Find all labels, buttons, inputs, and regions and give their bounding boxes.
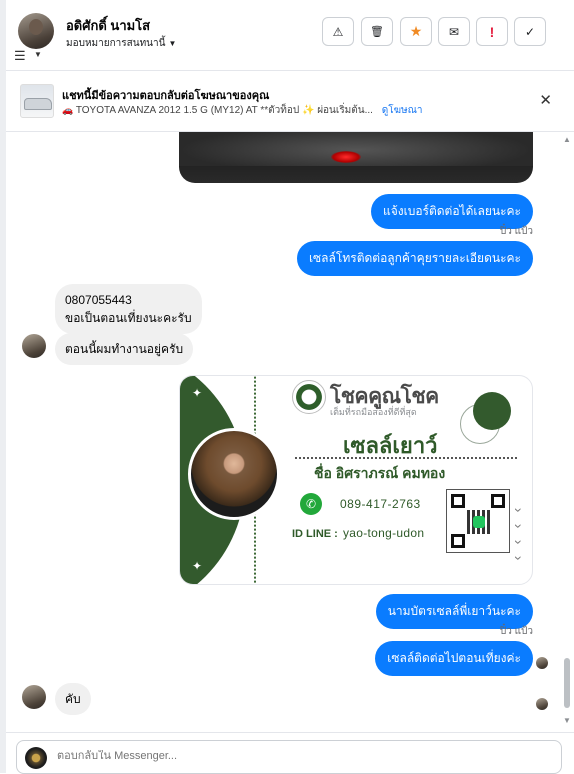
message-line: ขอเป็นตอนเที่ยงนะคะรับ (65, 311, 192, 325)
phone-icon: ✆ (300, 493, 322, 515)
card-full-name: ชื่อ อิศราภรณ์ คมทอง (314, 465, 446, 481)
contact-name[interactable]: อดิศักดิ์ นามโส (66, 15, 150, 36)
chevron-icon: ‹ (508, 507, 525, 513)
conversation-header: ☰ ▼ อดิศักดิ์ นามโส มอบหมายการสนทนานี้ ▼ … (6, 0, 574, 71)
car-icon: 🚗 (62, 105, 74, 115)
trash-icon: 🗑 (370, 26, 384, 38)
chevron-icon: ‹ (508, 523, 525, 529)
chevron-down-icon: ▼ (168, 39, 177, 48)
message-thread: แจ้งเบอร์ติดต่อได้เลยนะคะ ปิ๋ว แป้ว เซลล… (6, 132, 574, 732)
report-button[interactable]: ⚠ (322, 17, 354, 46)
sparkle-icon: ✦ (192, 559, 203, 573)
scroll-down-icon[interactable]: ▼ (563, 716, 571, 725)
scroll-up-icon[interactable]: ▲ (563, 135, 571, 144)
mark-done-button[interactable]: ✓ (514, 17, 546, 46)
read-receipt-avatar (536, 657, 548, 669)
brand-logo (292, 380, 326, 414)
ad-description: TOYOTA AVANZA 2012 1.5 G (MY12) AT **ตัว… (75, 105, 373, 116)
ad-thumbnail[interactable] (20, 84, 54, 118)
scroll-thumb[interactable] (564, 658, 570, 708)
close-icon[interactable]: ✕ (539, 91, 552, 109)
thread-scrollbar[interactable]: ▲ ▼ (561, 132, 574, 732)
delete-button[interactable]: 🗑 (361, 17, 393, 46)
seen-by-label: ปิ๋ว แป้ว (499, 226, 533, 237)
reply-composer (6, 732, 574, 774)
business-card-image[interactable]: ✦ ✦ โชคคูณโชค เต็มที่รถมือสองที่ดีที่สุด… (179, 375, 533, 585)
seen-by-label: ปิ๋ว แป้ว (499, 626, 533, 637)
card-deco-circle (473, 392, 511, 430)
sparkle-icon: ✦ (192, 386, 203, 400)
sliders-icon[interactable]: ☰ (14, 48, 26, 64)
read-receipt-avatar (536, 698, 548, 710)
card-line-label: ID LINE : (292, 528, 338, 540)
message-bubble-incoming[interactable]: คับ (55, 683, 91, 715)
shared-image[interactable] (179, 132, 533, 183)
chevron-icon: ‹ (508, 555, 525, 561)
assign-label: มอบหมายการสนทนานี้ (66, 38, 166, 49)
card-phone-number: 089-417-2763 (340, 497, 421, 511)
message-bubble-incoming[interactable]: ตอนนี้ผมทำงานอยู่ครับ (55, 333, 194, 365)
warning-icon: ⚠ (332, 24, 344, 39)
ad-banner-title: แชทนี้มีข้อความตอบกลับต่อโฆษณาของคุณ (62, 90, 270, 102)
assign-conversation-dropdown[interactable]: มอบหมายการสนทนานี้ ▼ (66, 36, 176, 51)
card-portrait-photo (188, 428, 280, 520)
envelope-open-icon: ✉ (448, 24, 460, 39)
contact-avatar-small[interactable] (22, 334, 46, 358)
message-bubble-outgoing[interactable]: เซลล์ติดต่อไปตอนเที่ยงค่ะ (375, 641, 533, 676)
priority-button[interactable]: ! (476, 17, 508, 46)
chevron-down-icon[interactable]: ▼ (34, 50, 42, 59)
chevron-icon: ‹ (508, 539, 525, 545)
reply-box[interactable] (16, 740, 562, 774)
contact-avatar-small[interactable] (22, 685, 46, 709)
contact-avatar[interactable] (18, 13, 54, 49)
card-brand-tagline: เต็มที่รถมือสองที่ดีที่สุด (330, 407, 417, 417)
mark-unread-button[interactable]: ✉ (438, 17, 470, 46)
view-ad-link[interactable]: ดูโฆษณา (382, 105, 423, 116)
message-line: 0807055443 (65, 293, 132, 307)
exclamation-icon: ! (489, 23, 495, 40)
message-bubble-outgoing[interactable]: เซลล์โทรติดต่อลูกค้าคุยรายละเอียดนะคะ (296, 241, 533, 276)
message-bubble-incoming[interactable]: 0807055443 ขอเป็นตอนเที่ยงนะคะรับ (55, 284, 202, 334)
page-avatar (25, 747, 47, 769)
card-dotted-divider (295, 457, 517, 459)
ad-banner-subtitle: 🚗 TOYOTA AVANZA 2012 1.5 G (MY12) AT **ต… (62, 103, 423, 118)
star-button[interactable]: ★ (400, 17, 432, 46)
checkmark-icon: ✓ (524, 24, 536, 39)
qr-code (446, 489, 510, 553)
line-logo-icon (473, 516, 485, 528)
ad-context-banner: แชทนี้มีข้อความตอบกลับต่อโฆษณาของคุณ 🚗 T… (6, 71, 574, 132)
card-line-id: yao-tong-udon (343, 526, 425, 540)
star-icon: ★ (409, 23, 423, 39)
reply-input[interactable] (57, 750, 537, 762)
